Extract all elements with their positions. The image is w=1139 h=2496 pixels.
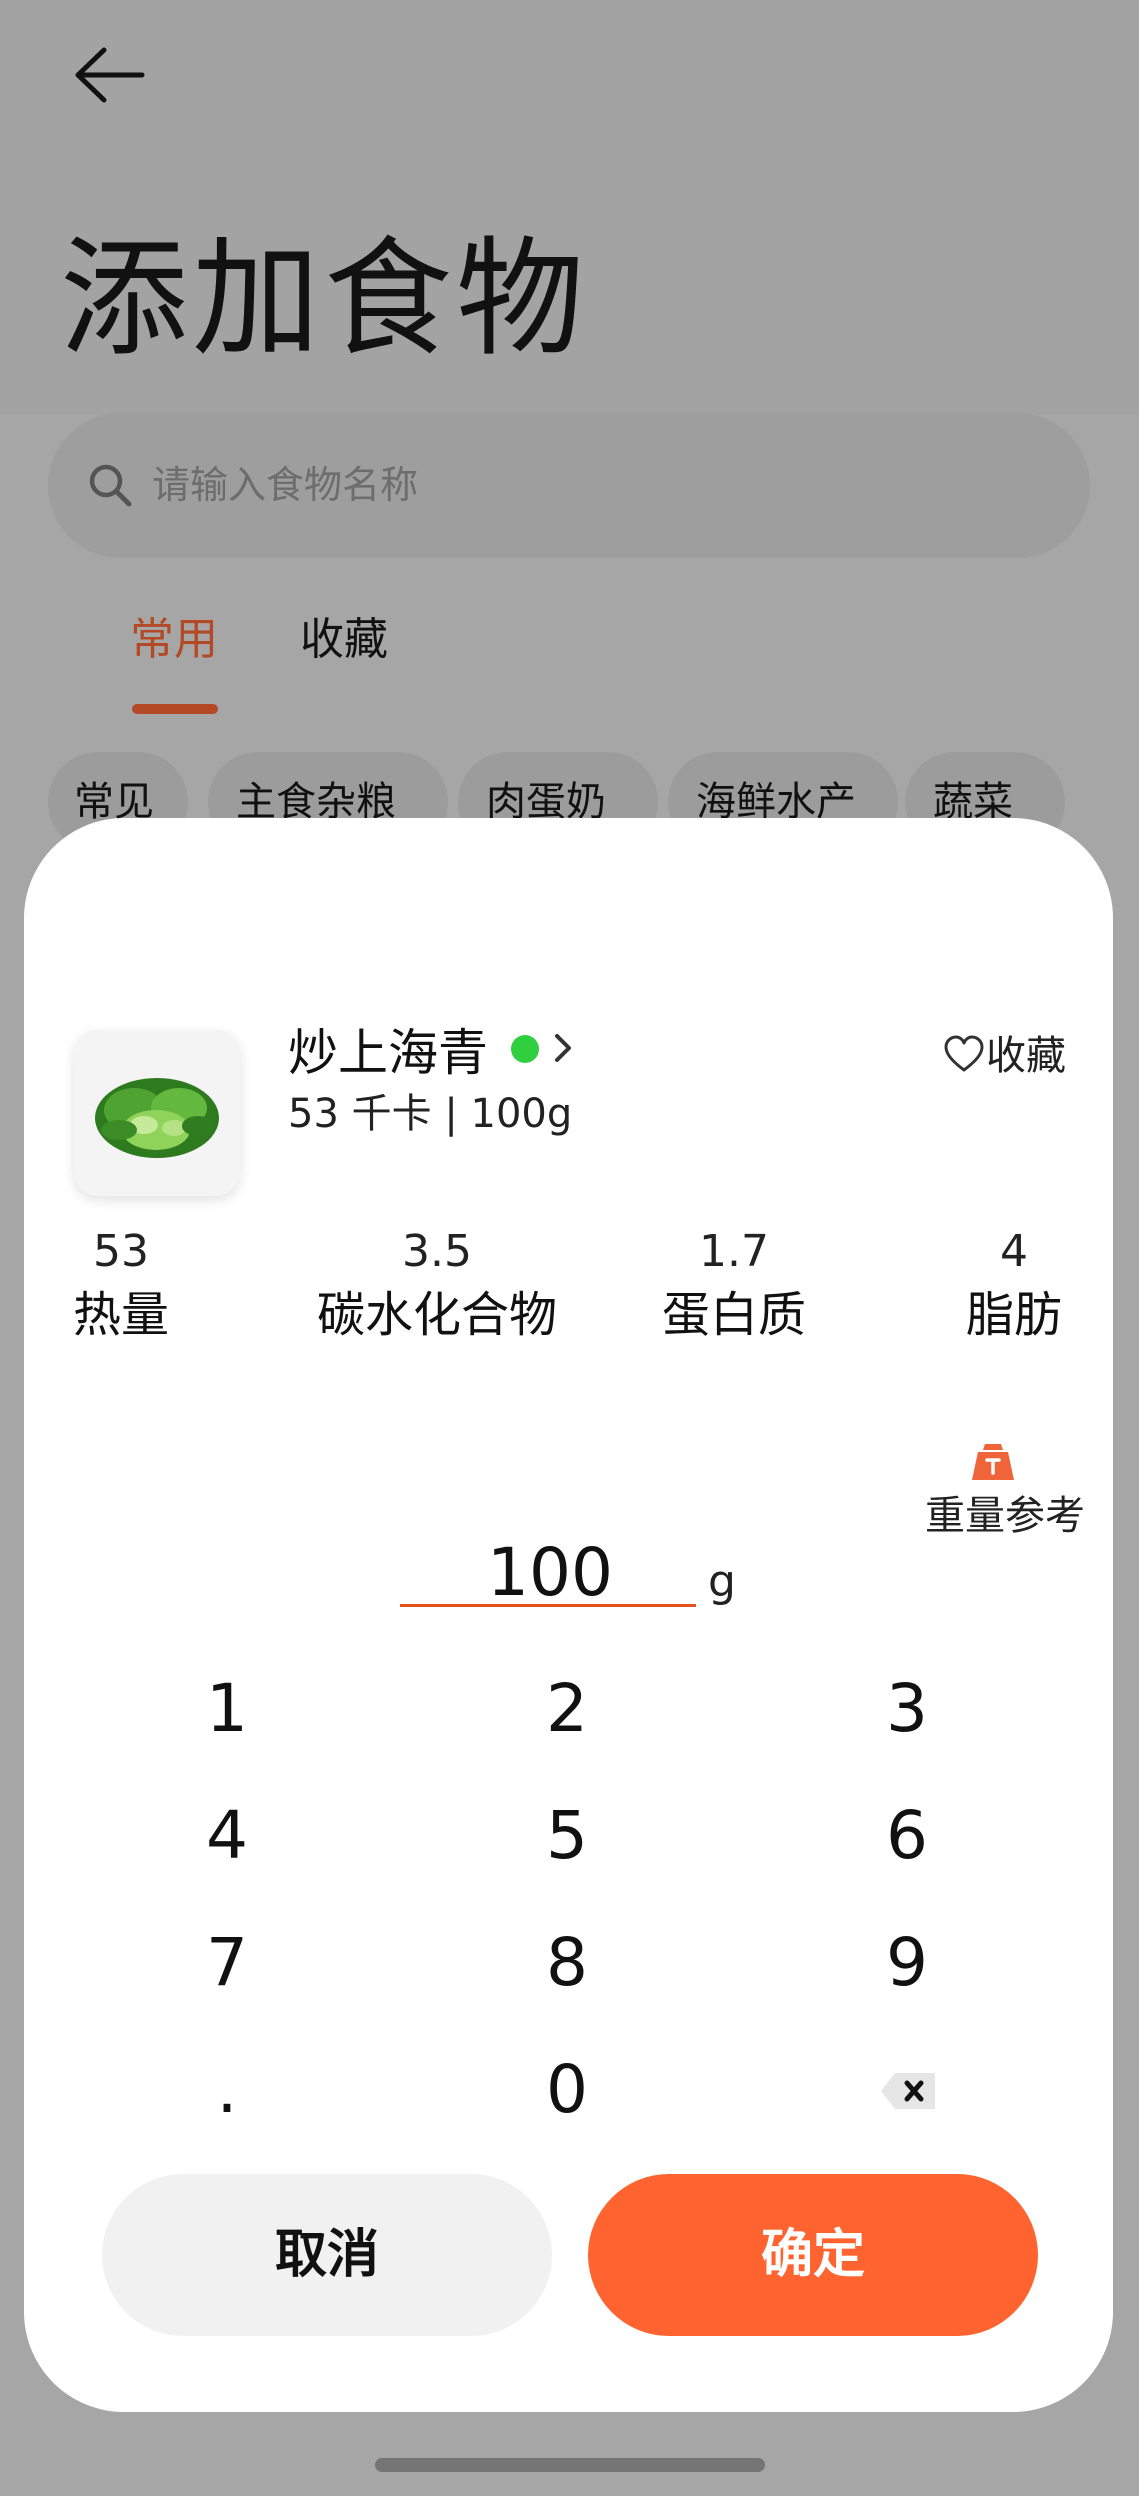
favorite-label: 收藏 [986, 1033, 1066, 1079]
cancel-button[interactable]: 取消 [102, 2174, 552, 2336]
nutrient-label: 蛋白质 [661, 1287, 806, 1343]
nutrient-carbs: 3.5 碳水化合物 [302, 1222, 572, 1348]
food-calorie-summary: 53 千卡 | 100g [288, 1091, 573, 1137]
keypad-key-5[interactable]: 5 [417, 1781, 717, 1891]
chevron-right-icon[interactable] [549, 1028, 579, 1068]
active-tab-indicator [132, 704, 218, 714]
food-name[interactable]: 炒上海青 [288, 1018, 488, 1088]
page-title: 添加食物 [60, 225, 589, 374]
keypad-key-9[interactable]: 9 [757, 1908, 1057, 2018]
home-indicator[interactable] [375, 2458, 765, 2472]
keypad-key-dot[interactable]: . [77, 2035, 377, 2145]
nutrient-label: 热量 [72, 1287, 169, 1343]
nutrient-protein: 1.7 蛋白质 [644, 1222, 824, 1348]
back-button[interactable] [70, 40, 160, 110]
keypad-key-3[interactable]: 3 [757, 1654, 1057, 1764]
keypad-key-6[interactable]: 6 [757, 1781, 1057, 1891]
search-input[interactable]: 请输入食物名称 [152, 455, 418, 515]
keypad-key-1[interactable]: 1 [77, 1654, 377, 1764]
amount-input-underline [400, 1604, 696, 1607]
keypad-key-8[interactable]: 8 [417, 1908, 717, 2018]
nutrient-calories: 53 热量 [46, 1222, 196, 1348]
keypad-key-0[interactable]: 0 [417, 2035, 717, 2145]
status-dot [511, 1035, 539, 1063]
nutrient-value: 1.7 [699, 1226, 769, 1277]
back-arrow-icon [75, 47, 145, 103]
weight-icon [972, 1444, 1014, 1480]
weight-reference-label: 重量参考 [925, 1493, 1085, 1539]
weight-reference-button[interactable]: 重量参考 [910, 1440, 1100, 1550]
nutrient-label: 碳水化合物 [316, 1287, 557, 1343]
keypad-delete-button[interactable] [757, 2035, 1057, 2145]
search-icon [89, 464, 132, 507]
tab-common[interactable]: 常用 [130, 605, 218, 675]
add-food-sheet: 炒上海青 53 千卡 | 100g 收藏 53 热量 3.5 碳水化合物 1.7… [24, 818, 1113, 2412]
nutrient-value: 3.5 [402, 1226, 472, 1277]
confirm-button[interactable]: 确定 [588, 2174, 1038, 2336]
backspace-icon [881, 2073, 935, 2109]
keypad-key-4[interactable]: 4 [77, 1781, 377, 1891]
food-image [74, 1030, 240, 1196]
keypad-key-2[interactable]: 2 [417, 1654, 717, 1764]
nutrient-value: 53 [93, 1226, 149, 1277]
heart-icon [944, 1035, 984, 1072]
tab-favorites[interactable]: 收藏 [300, 605, 388, 675]
keypad-key-7[interactable]: 7 [77, 1908, 377, 2018]
search-bar[interactable]: 请输入食物名称 [48, 413, 1090, 558]
nutrient-fat: 4 脂肪 [944, 1222, 1084, 1348]
amount-input[interactable]: 100 [400, 1523, 700, 1623]
amount-unit: g [708, 1556, 736, 1607]
nutrient-label: 脂肪 [965, 1287, 1062, 1343]
nutrient-value: 4 [1000, 1226, 1028, 1277]
